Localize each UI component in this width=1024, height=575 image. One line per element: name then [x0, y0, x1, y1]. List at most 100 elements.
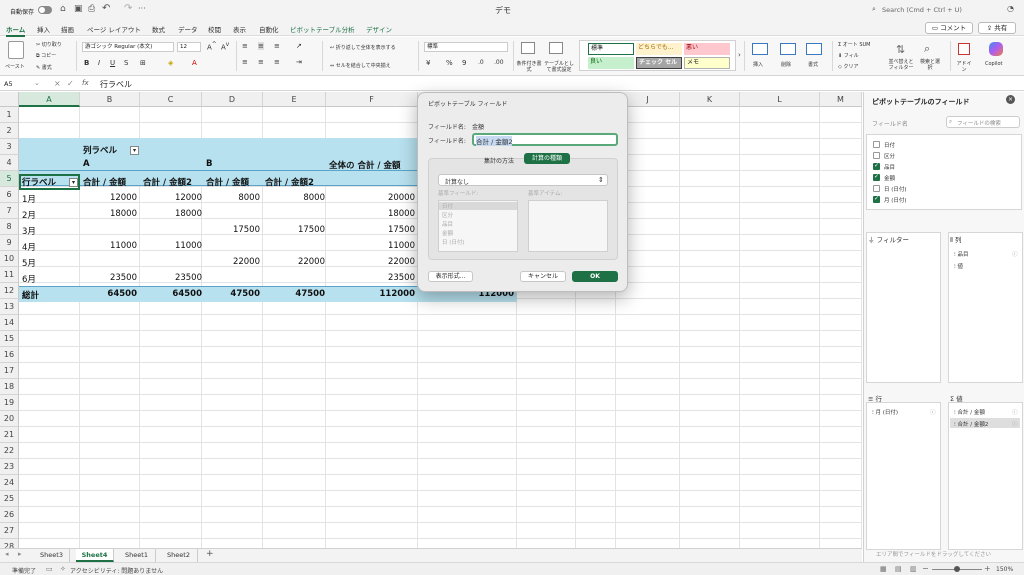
account-icon[interactable]: ◔: [1007, 4, 1014, 13]
font-name-select[interactable]: 游ゴシック Regular (本文): [82, 42, 174, 52]
row-header-21[interactable]: 21: [0, 427, 19, 443]
more-icon[interactable]: ···: [138, 4, 146, 13]
paste-button[interactable]: ペースト: [5, 63, 25, 70]
orientation-icon[interactable]: ↗: [296, 42, 302, 50]
base-item-list[interactable]: [528, 200, 608, 252]
align-middle-icon[interactable]: ≡: [258, 42, 264, 50]
row-header-6[interactable]: 6: [0, 187, 19, 203]
sheet-tab-sheet3[interactable]: Sheet3: [34, 549, 70, 562]
field-label-4[interactable]: 日 (日付): [884, 185, 907, 193]
format-button[interactable]: 書式: [808, 61, 818, 68]
conditional-format-button[interactable]: 条件付き書式: [516, 61, 542, 73]
style-good[interactable]: 良い: [588, 57, 634, 69]
tab-draw[interactable]: 描画: [61, 24, 74, 34]
tab-summary-method[interactable]: 集計の方法: [484, 156, 514, 165]
row-item-0[interactable]: ⁝ 月 (日付): [872, 408, 898, 416]
row-header-17[interactable]: 17: [0, 363, 19, 379]
row-header-1[interactable]: 1: [0, 107, 19, 123]
fx-icon[interactable]: fx: [82, 79, 89, 87]
row-header-10[interactable]: 10: [0, 251, 19, 267]
tab-calculation-type[interactable]: 計算の種類: [524, 153, 570, 164]
field-label-3[interactable]: 金額: [884, 174, 895, 182]
base-field-item-1[interactable]: 区分: [442, 211, 453, 219]
value-item-0-info-icon[interactable]: ⓘ: [1012, 408, 1018, 416]
field-label-2[interactable]: 品目: [884, 163, 895, 171]
delete-icon[interactable]: [780, 43, 796, 55]
row-header-12[interactable]: 12: [0, 283, 19, 299]
status-accessibility[interactable]: アクセシビリティ: 問題ありません: [70, 566, 163, 575]
format-icon[interactable]: [806, 43, 822, 55]
zoom-out-icon[interactable]: −: [922, 564, 929, 573]
increase-decimal-icon[interactable]: .0: [478, 59, 484, 66]
field-checkbox-5[interactable]: ✓: [873, 195, 880, 203]
row-header-3[interactable]: 3: [0, 139, 19, 155]
find-icon[interactable]: ⌕: [924, 42, 930, 56]
delete-button[interactable]: 削除: [781, 61, 791, 68]
align-left-icon[interactable]: ≡: [242, 58, 248, 66]
copilot-button[interactable]: Copilot: [985, 61, 1003, 67]
column-header-d[interactable]: D: [202, 92, 263, 107]
page-break-view-icon[interactable]: ▥: [910, 565, 917, 573]
zoom-slider-thumb[interactable]: [954, 566, 960, 572]
zoom-in-icon[interactable]: +: [984, 564, 991, 573]
column-header-k[interactable]: K: [680, 92, 740, 107]
tab-pivot-analyze[interactable]: ピボットテーブル分析: [290, 24, 355, 34]
tab-view[interactable]: 表示: [233, 24, 246, 34]
table-format-icon[interactable]: [549, 42, 563, 54]
gallery-more-icon[interactable]: ›: [738, 51, 741, 59]
number-format-select[interactable]: 標準: [424, 42, 508, 52]
row-header-24[interactable]: 24: [0, 475, 19, 491]
insert-icon[interactable]: [752, 43, 768, 55]
conditional-format-icon[interactable]: [521, 42, 535, 54]
autosave-toggle[interactable]: [38, 6, 52, 14]
undo-icon[interactable]: ↶: [102, 3, 110, 14]
field-checkbox-2[interactable]: ✓: [873, 162, 880, 170]
addins-button[interactable]: アドイン: [955, 61, 973, 73]
row-header-16[interactable]: 16: [0, 347, 19, 363]
share-button[interactable]: ⇪ 共有: [978, 22, 1016, 34]
sheet-tab-sheet2[interactable]: Sheet2: [160, 549, 198, 562]
redo-icon[interactable]: ↷: [124, 3, 132, 14]
home-icon[interactable]: ⌂: [60, 4, 66, 14]
field-checkbox-4[interactable]: [873, 185, 880, 192]
style-normal[interactable]: 標準: [588, 43, 634, 55]
copy-button[interactable]: ⧉ コピー: [36, 52, 56, 59]
align-right-icon[interactable]: ≡: [274, 58, 280, 66]
row-header-15[interactable]: 15: [0, 331, 19, 347]
clear-button[interactable]: ◇ クリア: [838, 63, 858, 70]
row-item-0-info-icon[interactable]: ⓘ: [930, 408, 936, 416]
style-neutral[interactable]: どちらでも...: [636, 43, 682, 55]
fill-button[interactable]: ⬇ フィル: [838, 52, 859, 59]
merge-center-button[interactable]: ⇔ セルを結合して中央揃え: [330, 62, 391, 69]
font-color-icon[interactable]: A: [192, 59, 197, 67]
style-note[interactable]: メモ: [684, 57, 730, 69]
strike-icon[interactable]: S: [124, 59, 128, 67]
value-item-0[interactable]: ⁝ 合計 / 金額: [954, 408, 985, 416]
align-top-icon[interactable]: ≡: [242, 42, 248, 50]
percent-icon[interactable]: %: [446, 59, 453, 67]
autosum-button[interactable]: Σ オート SUM: [838, 41, 871, 48]
field-checkbox-1[interactable]: [873, 152, 880, 159]
field-search-input[interactable]: ⌕ フィールドの検索: [946, 116, 1020, 128]
ok-button[interactable]: OK: [572, 271, 618, 282]
find-select-button[interactable]: 検索と選択: [918, 59, 942, 71]
rows-area[interactable]: [866, 402, 941, 550]
tab-home[interactable]: ホーム: [6, 24, 26, 37]
tab-data[interactable]: データ: [178, 24, 198, 34]
row-header-14[interactable]: 14: [0, 315, 19, 331]
normal-view-icon[interactable]: ▦: [880, 565, 887, 573]
row-header-18[interactable]: 18: [0, 379, 19, 395]
row-header-28[interactable]: 28: [0, 539, 19, 548]
enter-icon[interactable]: ✓: [67, 79, 74, 88]
col-item-0[interactable]: ⁝ 品目: [954, 250, 969, 258]
style-check-cell[interactable]: チェック セル: [636, 57, 682, 69]
tab-formulas[interactable]: 数式: [152, 24, 165, 34]
field-label-5[interactable]: 月 (日付): [884, 196, 907, 204]
field-checkbox-3[interactable]: ✓: [873, 173, 880, 181]
align-center-icon[interactable]: ≡: [258, 58, 264, 66]
cut-button[interactable]: ✂ 切り取り: [36, 41, 62, 48]
row-header-2[interactable]: 2: [0, 123, 19, 139]
base-field-item-0[interactable]: 日付: [442, 202, 453, 210]
underline-icon[interactable]: U: [110, 59, 115, 67]
column-header-a[interactable]: A: [19, 92, 80, 107]
